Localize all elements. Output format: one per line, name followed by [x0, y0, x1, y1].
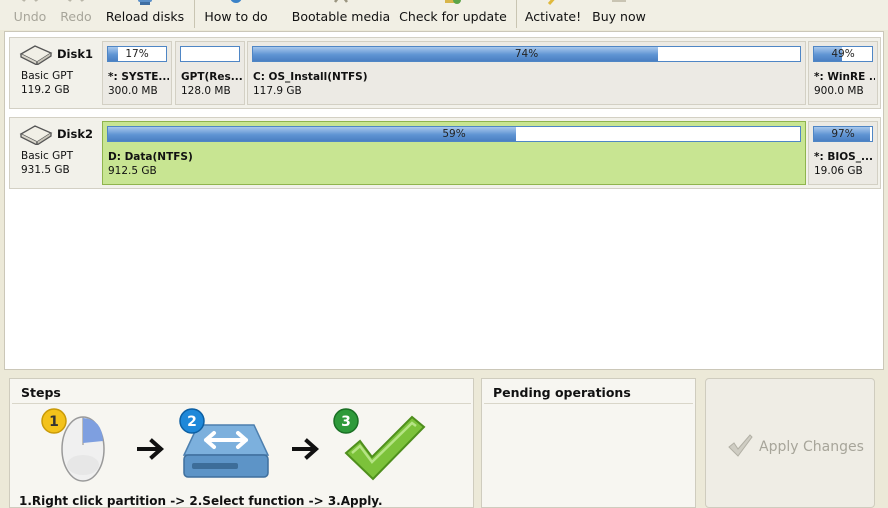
step-1-number: 1 — [49, 414, 59, 430]
usage-percent: 49% — [831, 48, 855, 60]
redo-button[interactable]: Redo — [54, 0, 98, 30]
cart-icon — [612, 0, 626, 2]
bootable-media-label: Bootable media — [291, 9, 391, 24]
reload-disks-button[interactable]: Reload disks — [102, 0, 188, 30]
disk-row-disk2[interactable]: Disk2 Basic GPT 931.5 GB 59% D: Data(NTF… — [9, 117, 881, 189]
partition-size: 900.0 MB — [814, 85, 864, 97]
partition-label: *: SYSTE... — [108, 71, 169, 83]
usage-bar: 97% — [813, 126, 873, 142]
how-to-do-button[interactable]: How to do — [200, 0, 272, 30]
reload-disks-label: Reload disks — [105, 9, 185, 24]
disk-name: Disk1 — [57, 47, 93, 61]
help-icon — [230, 0, 242, 3]
undo-button[interactable]: Undo — [8, 0, 52, 30]
bootable-media-icon — [334, 0, 348, 3]
key-icon — [547, 0, 555, 5]
apply-check-icon — [728, 434, 753, 457]
usage-percent: 97% — [831, 128, 855, 140]
partition-size: 19.06 GB — [814, 165, 863, 177]
undo-icon — [21, 0, 39, 2]
toolbar: Undo Redo Reload disks How to do Bootabl… — [0, 0, 888, 30]
partition-size: 117.9 GB — [253, 85, 302, 97]
usage-bar: 59% — [107, 126, 801, 142]
usage-bar: 17% — [107, 46, 167, 62]
usage-percent: 74% — [514, 48, 539, 60]
step-2-badge: 2 — [179, 408, 205, 434]
disk-info[interactable]: Disk2 Basic GPT 931.5 GB — [10, 118, 100, 188]
partition-size: 300.0 MB — [108, 85, 158, 97]
partition-gpt-reserved[interactable]: GPT(Res... 128.0 MB — [175, 41, 245, 105]
arrow-right-icon — [292, 438, 320, 460]
hard-disk-icon — [19, 45, 53, 65]
usage-bar: 74% — [252, 46, 801, 62]
activate-button[interactable]: Activate! — [522, 0, 584, 30]
divider — [484, 403, 693, 404]
redo-icon — [67, 0, 85, 2]
check-for-update-button[interactable]: Check for update — [398, 0, 508, 30]
check-for-update-label: Check for update — [399, 9, 507, 24]
buy-now-label: Buy now — [592, 9, 646, 24]
partition-c-os-install[interactable]: 74% C: OS_Install(NTFS) 117.9 GB — [247, 41, 806, 105]
toolbar-separator — [194, 0, 195, 28]
disk-size: 119.2 GB — [21, 84, 70, 96]
partition-bios[interactable]: 97% *: BIOS_... 19.06 GB — [808, 121, 878, 185]
partition-size: 912.5 GB — [108, 165, 157, 177]
how-to-do-label: How to do — [204, 9, 268, 24]
arrow-right-icon — [137, 438, 165, 460]
disk-type: Basic GPT — [21, 150, 74, 162]
step-3-badge: 3 — [333, 408, 359, 434]
disk-map-panel: Disk1 Basic GPT 119.2 GB 17% *: SYSTE...… — [4, 31, 884, 370]
activate-label: Activate! — [524, 9, 582, 24]
reload-disks-icon — [138, 0, 152, 5]
step-3-number: 3 — [341, 414, 351, 430]
bootable-media-button[interactable]: Bootable media — [290, 0, 392, 30]
partition-system[interactable]: 17% *: SYSTE... 300.0 MB — [102, 41, 172, 105]
pending-operations-title: Pending operations — [493, 385, 631, 400]
usage-bar — [180, 46, 240, 62]
steps-instructions: 1.Right click partition -> 2.Select func… — [19, 494, 383, 508]
partition-label: *: WinRE ... — [814, 71, 875, 83]
disk-info[interactable]: Disk1 Basic GPT 119.2 GB — [10, 38, 100, 108]
partition-label: GPT(Res... — [181, 71, 242, 83]
disk-name: Disk2 — [57, 127, 93, 141]
apply-changes-label: Apply Changes — [759, 439, 864, 455]
undo-label: Undo — [13, 9, 47, 24]
step-1-badge: 1 — [41, 408, 67, 434]
divider — [12, 403, 471, 404]
partition-label: C: OS_Install(NTFS) — [253, 71, 368, 83]
partition-size: 128.0 MB — [181, 85, 231, 97]
partition-winre[interactable]: 49% *: WinRE ... 900.0 MB — [808, 41, 878, 105]
steps-title: Steps — [21, 385, 61, 400]
hard-disk-icon — [19, 125, 53, 145]
partition-label: D: Data(NTFS) — [108, 151, 193, 163]
apply-changes-button[interactable]: Apply Changes — [705, 378, 875, 508]
partition-d-data[interactable]: 59% D: Data(NTFS) 912.5 GB — [102, 121, 806, 185]
usage-percent: 17% — [125, 48, 149, 60]
toolbar-separator — [516, 0, 517, 28]
usage-percent: 59% — [442, 128, 466, 140]
usage-bar: 49% — [813, 46, 873, 62]
steps-panel: Steps 1 2 3 1.Right click partition -> 2… — [9, 378, 474, 508]
update-icon — [445, 0, 461, 4]
step-2-number: 2 — [187, 414, 197, 430]
buy-now-button[interactable]: Buy now — [588, 0, 650, 30]
disk-row-disk1[interactable]: Disk1 Basic GPT 119.2 GB 17% *: SYSTE...… — [9, 37, 881, 109]
redo-label: Redo — [60, 9, 92, 24]
disk-size: 931.5 GB — [21, 164, 70, 176]
disk-type: Basic GPT — [21, 70, 74, 82]
partition-label: *: BIOS_... — [814, 151, 873, 163]
pending-operations-panel: Pending operations — [481, 378, 696, 508]
